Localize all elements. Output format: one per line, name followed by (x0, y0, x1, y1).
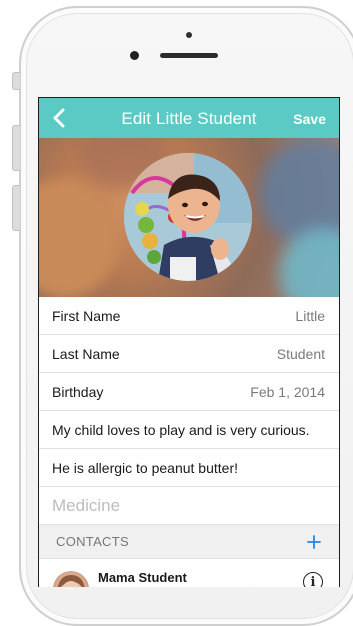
birthday-field[interactable]: Feb 1, 2014 (250, 384, 325, 400)
first-name-field[interactable]: Little (295, 308, 325, 324)
profile-header (39, 138, 339, 297)
first-name-label: First Name (52, 307, 121, 324)
mute-switch (12, 72, 20, 90)
add-contact-button[interactable] (305, 533, 323, 551)
medicine-placeholder: Medicine (52, 495, 121, 515)
navigation-bar: Edit Little Student Save (39, 98, 339, 138)
earpiece-speaker (160, 53, 218, 58)
contact-photo-illustration (57, 575, 85, 587)
proximity-sensor (186, 32, 192, 38)
child-photo-illustration (124, 153, 252, 281)
last-name-row[interactable]: Last Name Student (39, 335, 339, 373)
avatar (53, 571, 89, 587)
note-text: He is allergic to peanut butter! (52, 459, 238, 476)
first-name-row[interactable]: First Name Little (39, 297, 339, 335)
student-photo[interactable] (124, 153, 252, 281)
background-blur (39, 178, 119, 297)
medicine-field[interactable]: Medicine (39, 487, 339, 525)
note-text: My child loves to play and is very curio… (52, 421, 310, 438)
front-camera (130, 51, 139, 60)
contact-name: Mama Student (98, 570, 187, 585)
volume-up-button (12, 125, 20, 171)
notes-field-personality[interactable]: My child loves to play and is very curio… (39, 411, 339, 449)
birthday-label: Birthday (52, 383, 104, 400)
last-name-label: Last Name (52, 345, 120, 362)
save-button[interactable]: Save (293, 111, 326, 127)
birthday-row[interactable]: Birthday Feb 1, 2014 (39, 373, 339, 411)
contact-row[interactable]: Mama Student i (39, 559, 339, 587)
notes-field-allergy[interactable]: He is allergic to peanut butter! (39, 449, 339, 487)
last-name-field[interactable]: Student (277, 346, 325, 362)
app-screen: Edit Little Student Save First Name Litt… (38, 97, 340, 587)
info-icon[interactable]: i (303, 572, 323, 587)
volume-down-button (12, 185, 20, 231)
plus-icon (307, 534, 321, 549)
student-form: First Name Little Last Name Student Birt… (39, 297, 339, 587)
contacts-section-header: CONTACTS (39, 525, 339, 559)
contacts-header: CONTACTS (56, 534, 129, 549)
